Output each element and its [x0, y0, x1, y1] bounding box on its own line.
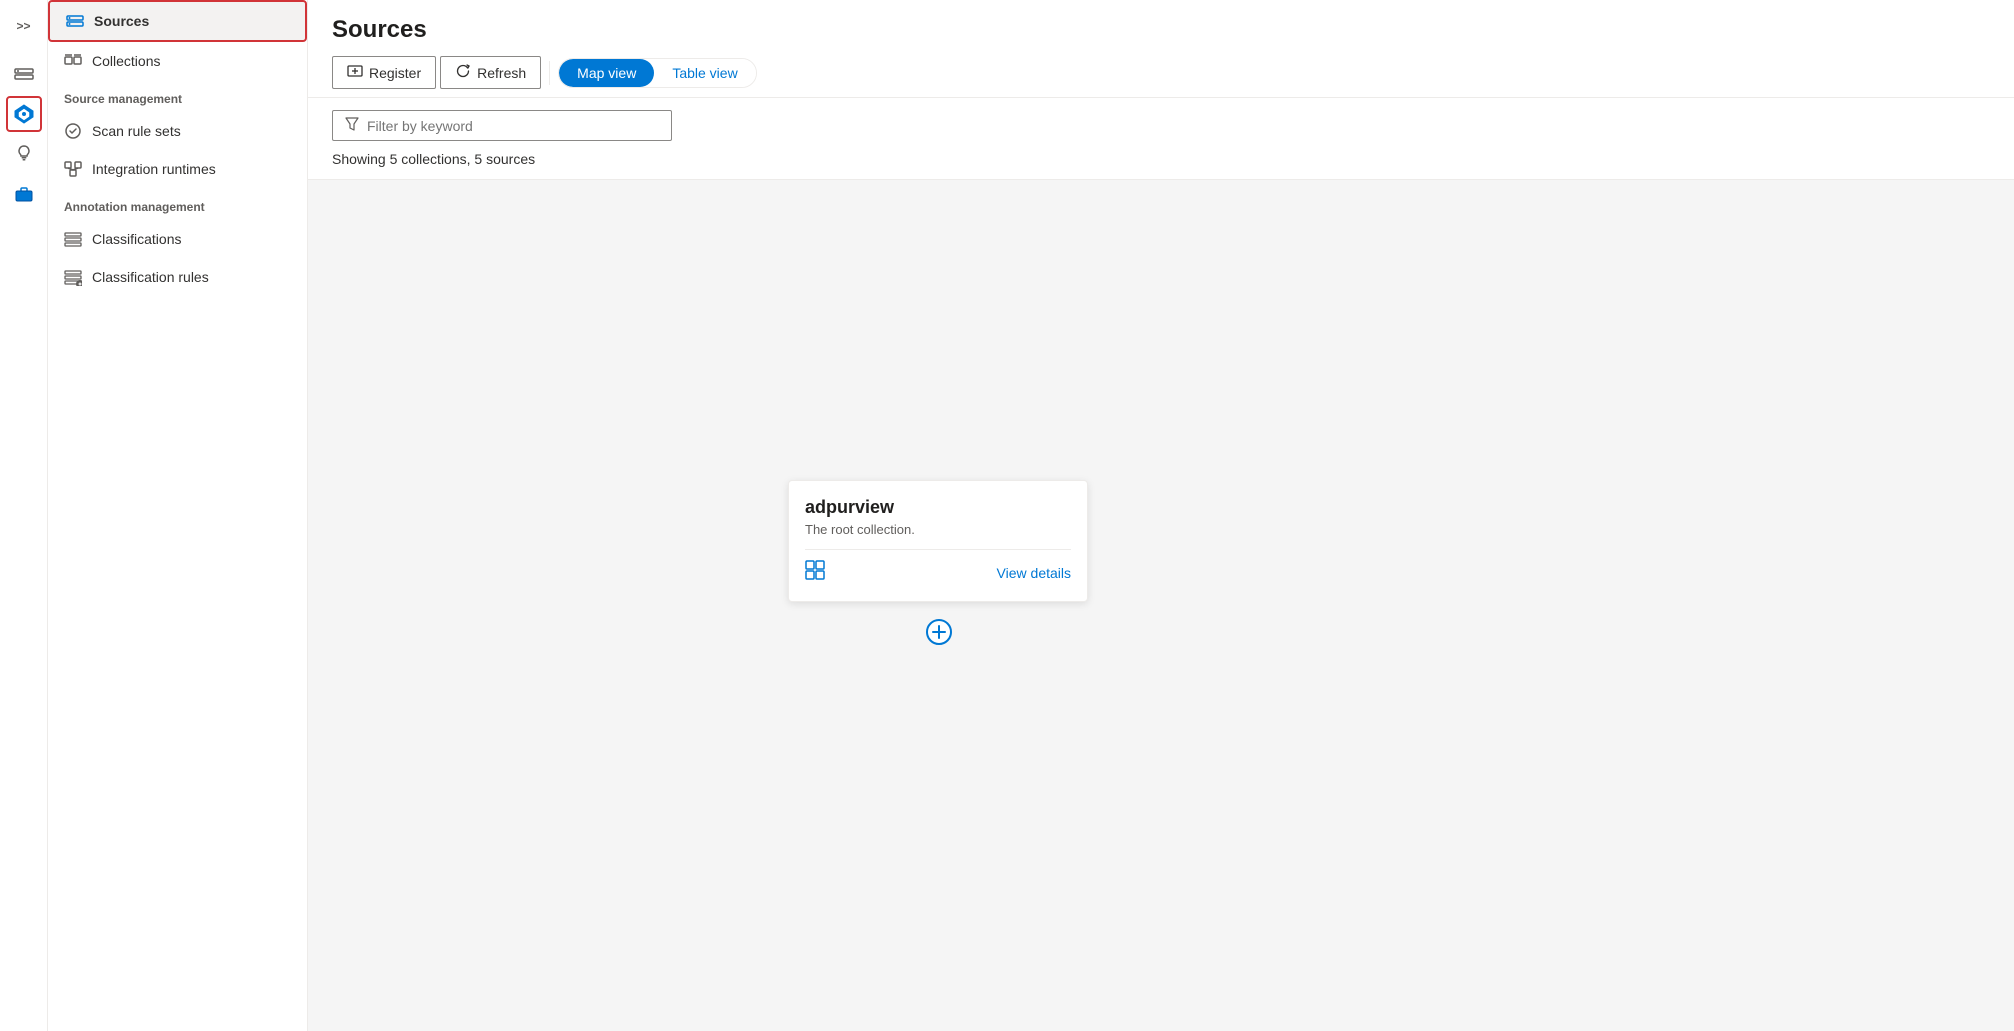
view-toggle: Map view Table view	[558, 58, 757, 88]
expand-rail-button[interactable]: >>	[6, 8, 42, 44]
sidebar-item-sources[interactable]: Sources	[48, 0, 307, 42]
lightbulb-icon[interactable]	[6, 136, 42, 172]
showing-text: Showing 5 collections, 5 sources	[332, 151, 1990, 167]
register-icon	[347, 63, 363, 82]
main-content: Sources Register	[308, 0, 2014, 1031]
sidebar-item-collections[interactable]: Collections	[48, 42, 307, 80]
table-view-button[interactable]: Table view	[654, 59, 755, 87]
sidebar-item-integration-runtimes[interactable]: Integration runtimes	[48, 150, 307, 188]
sidebar-sources-label: Sources	[94, 13, 149, 29]
refresh-label: Refresh	[477, 65, 526, 81]
node-card-title: adpurview	[805, 497, 1071, 518]
filter-input[interactable]	[367, 118, 659, 134]
map-area: adpurview The root collection. View deta…	[308, 180, 2014, 1031]
node-card: adpurview The root collection. View deta…	[788, 480, 1088, 602]
classification-rules-icon	[64, 268, 82, 286]
page-title: Sources	[332, 16, 1990, 44]
sidebar-integration-runtimes-label: Integration runtimes	[92, 161, 216, 177]
register-button[interactable]: Register	[332, 56, 436, 89]
scan-rule-sets-icon	[64, 122, 82, 140]
sidebar-collections-label: Collections	[92, 53, 160, 69]
sidebar-item-scan-rule-sets[interactable]: Scan rule sets	[48, 112, 307, 150]
sidebar-classification-rules-label: Classification rules	[92, 269, 209, 285]
view-details-link[interactable]: View details	[997, 565, 1071, 581]
sidebar: Sources Collections Source management Sc…	[48, 0, 308, 1031]
node-card-footer: View details	[805, 549, 1071, 585]
add-child-button[interactable]	[925, 618, 953, 651]
filter-icon	[345, 117, 359, 134]
sources-icon	[66, 12, 84, 30]
filter-input-wrap[interactable]	[332, 110, 672, 141]
refresh-button[interactable]: Refresh	[440, 56, 541, 89]
sidebar-scan-rule-sets-label: Scan rule sets	[92, 123, 181, 139]
sidebar-item-classifications[interactable]: Classifications	[48, 220, 307, 258]
integration-runtimes-icon	[64, 160, 82, 178]
toolbar-divider	[549, 61, 550, 85]
icon-rail: >>	[0, 0, 48, 1031]
register-label: Register	[369, 65, 421, 81]
data-catalog-icon[interactable]	[6, 56, 42, 92]
filter-bar: Showing 5 collections, 5 sources	[308, 98, 2014, 180]
node-card-subtitle: The root collection.	[805, 522, 1071, 537]
page-header: Sources Register	[308, 0, 2014, 98]
collections-icon	[64, 52, 82, 70]
sidebar-item-classification-rules[interactable]: Classification rules	[48, 258, 307, 296]
source-management-section: Source management	[48, 80, 307, 112]
toolbar: Register Refresh Map view T	[332, 56, 1990, 89]
annotation-management-section: Annotation management	[48, 188, 307, 220]
briefcase-icon[interactable]	[6, 176, 42, 212]
sidebar-classifications-label: Classifications	[92, 231, 181, 247]
map-view-button[interactable]: Map view	[559, 59, 654, 87]
purview-icon[interactable]	[6, 96, 42, 132]
classifications-icon	[64, 230, 82, 248]
node-grid-icon	[805, 560, 825, 585]
refresh-icon	[455, 63, 471, 82]
